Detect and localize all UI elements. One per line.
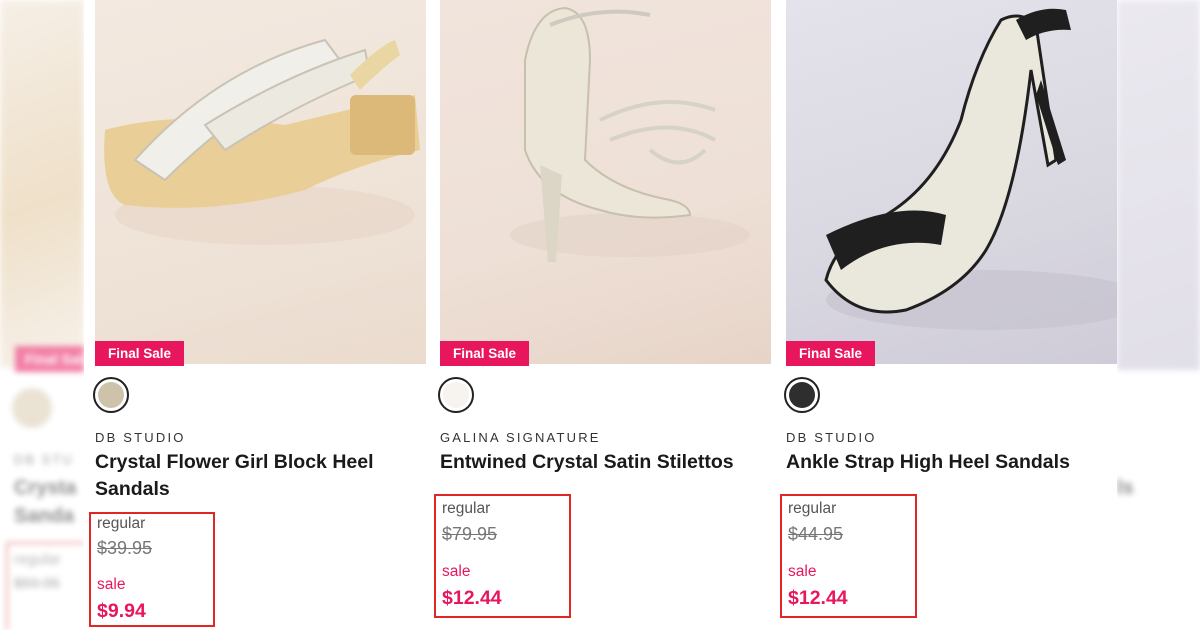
product-image[interactable] (786, 0, 1117, 364)
ghost-regular-label: regular (14, 551, 61, 568)
regular-label: regular (788, 500, 837, 517)
swatch-fill (443, 382, 469, 408)
ghost-product-card-left: Final Sale DB STU Crysta Sanda regular $… (0, 0, 84, 630)
final-sale-badge: Final Sale (786, 341, 876, 366)
ghost-name-line1: Crysta (14, 477, 77, 499)
sale-label: sale (97, 576, 126, 593)
regular-price: $79.95 (442, 524, 498, 544)
ghost-color-swatch (12, 388, 52, 428)
ghost-name-line2: Sanda (14, 505, 75, 527)
product-grid: Final Sale DB STUDIO Crystal Flower Girl… (84, 0, 1117, 630)
product-card[interactable]: Final Sale GALINA SIGNATURE Entwined Cry… (434, 0, 771, 630)
ghost-final-sale-badge: Final Sale (15, 346, 84, 372)
ghost-product-image (0, 0, 84, 368)
stiletto-illustration (510, 6, 750, 262)
ghost-brand: DB STU (14, 452, 74, 467)
regular-price: $39.95 (97, 538, 153, 558)
product-image[interactable] (95, 0, 426, 364)
swatch-fill (789, 382, 815, 408)
product-brand: DB STUDIO (95, 430, 186, 445)
color-swatch[interactable] (784, 377, 820, 413)
color-swatch[interactable] (93, 377, 129, 413)
sale-price: $9.94 (97, 600, 146, 622)
ghost-product-name: ls (1117, 477, 1134, 499)
product-name[interactable]: Ankle Strap High Heel Sandals (786, 449, 1106, 476)
price-highlight-box: regular $39.95 sale $9.94 (89, 512, 215, 627)
sale-price: $12.44 (788, 587, 848, 609)
regular-label: regular (97, 515, 146, 532)
final-sale-badge: Final Sale (440, 341, 530, 366)
swatch-fill (98, 382, 124, 408)
ghost-product-name: Crysta Sanda (14, 474, 76, 530)
product-name[interactable]: Crystal Flower Girl Block Heel Sandals (95, 449, 415, 503)
sale-label: sale (442, 563, 471, 580)
product-brand: DB STUDIO (786, 430, 877, 445)
sale-price: $12.44 (442, 587, 502, 609)
black-heel-illustration (824, 8, 1117, 330)
sale-label: sale (788, 563, 817, 580)
price-highlight-box: regular $44.95 sale $12.44 (780, 494, 917, 618)
product-name[interactable]: Entwined Crystal Satin Stilettos (440, 449, 760, 476)
ghost-price: regular $59.95 (14, 548, 61, 596)
regular-label: regular (442, 500, 491, 517)
ghost-regular-price: $59.95 (14, 575, 60, 592)
product-card[interactable]: Final Sale DB STUDIO Crystal Flower Girl… (89, 0, 426, 630)
ghost-product-image (1117, 0, 1200, 370)
product-brand: GALINA SIGNATURE (440, 430, 601, 445)
ghost-product-card-right: ls (1117, 0, 1200, 630)
color-swatch[interactable] (438, 377, 474, 413)
sandal-illustration (104, 38, 420, 245)
product-card[interactable]: Final Sale DB STUDIO Ankle Strap High He… (780, 0, 1117, 630)
regular-price: $44.95 (788, 524, 844, 544)
product-image[interactable] (440, 0, 771, 364)
price-highlight-box: regular $79.95 sale $12.44 (434, 494, 571, 618)
final-sale-badge: Final Sale (95, 341, 185, 366)
